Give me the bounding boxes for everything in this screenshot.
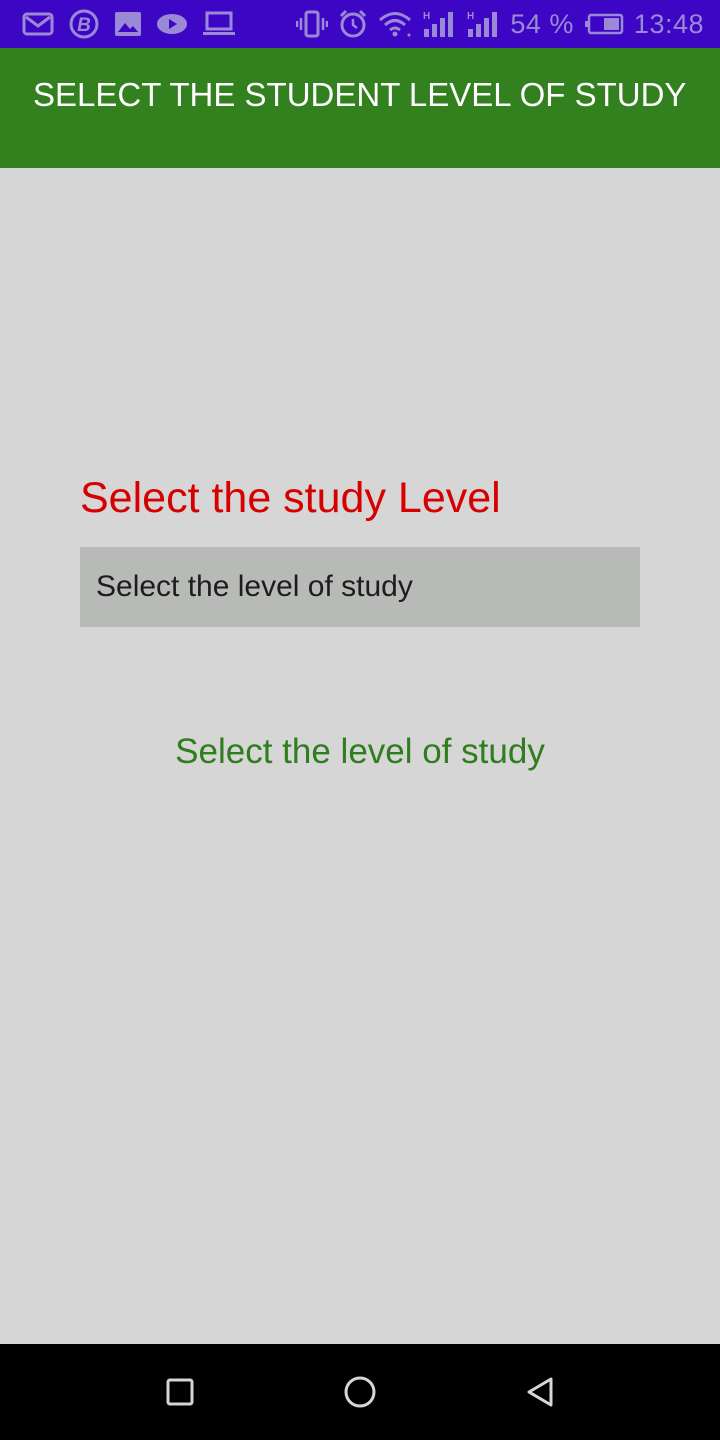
svg-text:H: H xyxy=(467,11,474,22)
back-icon[interactable] xyxy=(520,1372,560,1412)
video-icon xyxy=(156,12,188,36)
vibrate-icon xyxy=(296,10,329,38)
study-level-label: Select the study Level xyxy=(80,474,501,522)
gmail-icon xyxy=(22,12,54,36)
clock: 13:48 xyxy=(633,8,704,39)
status-bar: B H H 54 % 13:48 xyxy=(0,0,720,48)
battery-icon xyxy=(584,13,624,35)
signal-h-icon: H xyxy=(422,9,456,39)
svg-text:B: B xyxy=(77,15,91,36)
system-icons: H H 54 % 13:48 xyxy=(296,0,704,48)
image-icon xyxy=(114,11,142,37)
selected-level-text: Select the level of study xyxy=(175,732,545,771)
navigation-bar xyxy=(0,1344,720,1440)
home-icon[interactable] xyxy=(340,1372,380,1412)
recents-icon[interactable] xyxy=(160,1372,200,1412)
notification-icons: B xyxy=(0,8,236,40)
page-title: SELECT THE STUDENT LEVEL OF STUDY xyxy=(33,76,687,113)
wifi-icon xyxy=(378,10,412,38)
study-level-spinner[interactable]: Select the level of study xyxy=(80,547,640,627)
spinner-selected-value: Select the level of study xyxy=(96,570,413,603)
svg-text:H: H xyxy=(423,11,430,22)
laptop-icon xyxy=(202,11,236,37)
app-bar: SELECT THE STUDENT LEVEL OF STUDY xyxy=(0,48,720,168)
battery-percent: 54 % xyxy=(510,8,574,39)
signal-h2-icon: H xyxy=(466,9,500,39)
alarm-icon xyxy=(338,9,368,39)
b-app-icon: B xyxy=(68,8,100,40)
